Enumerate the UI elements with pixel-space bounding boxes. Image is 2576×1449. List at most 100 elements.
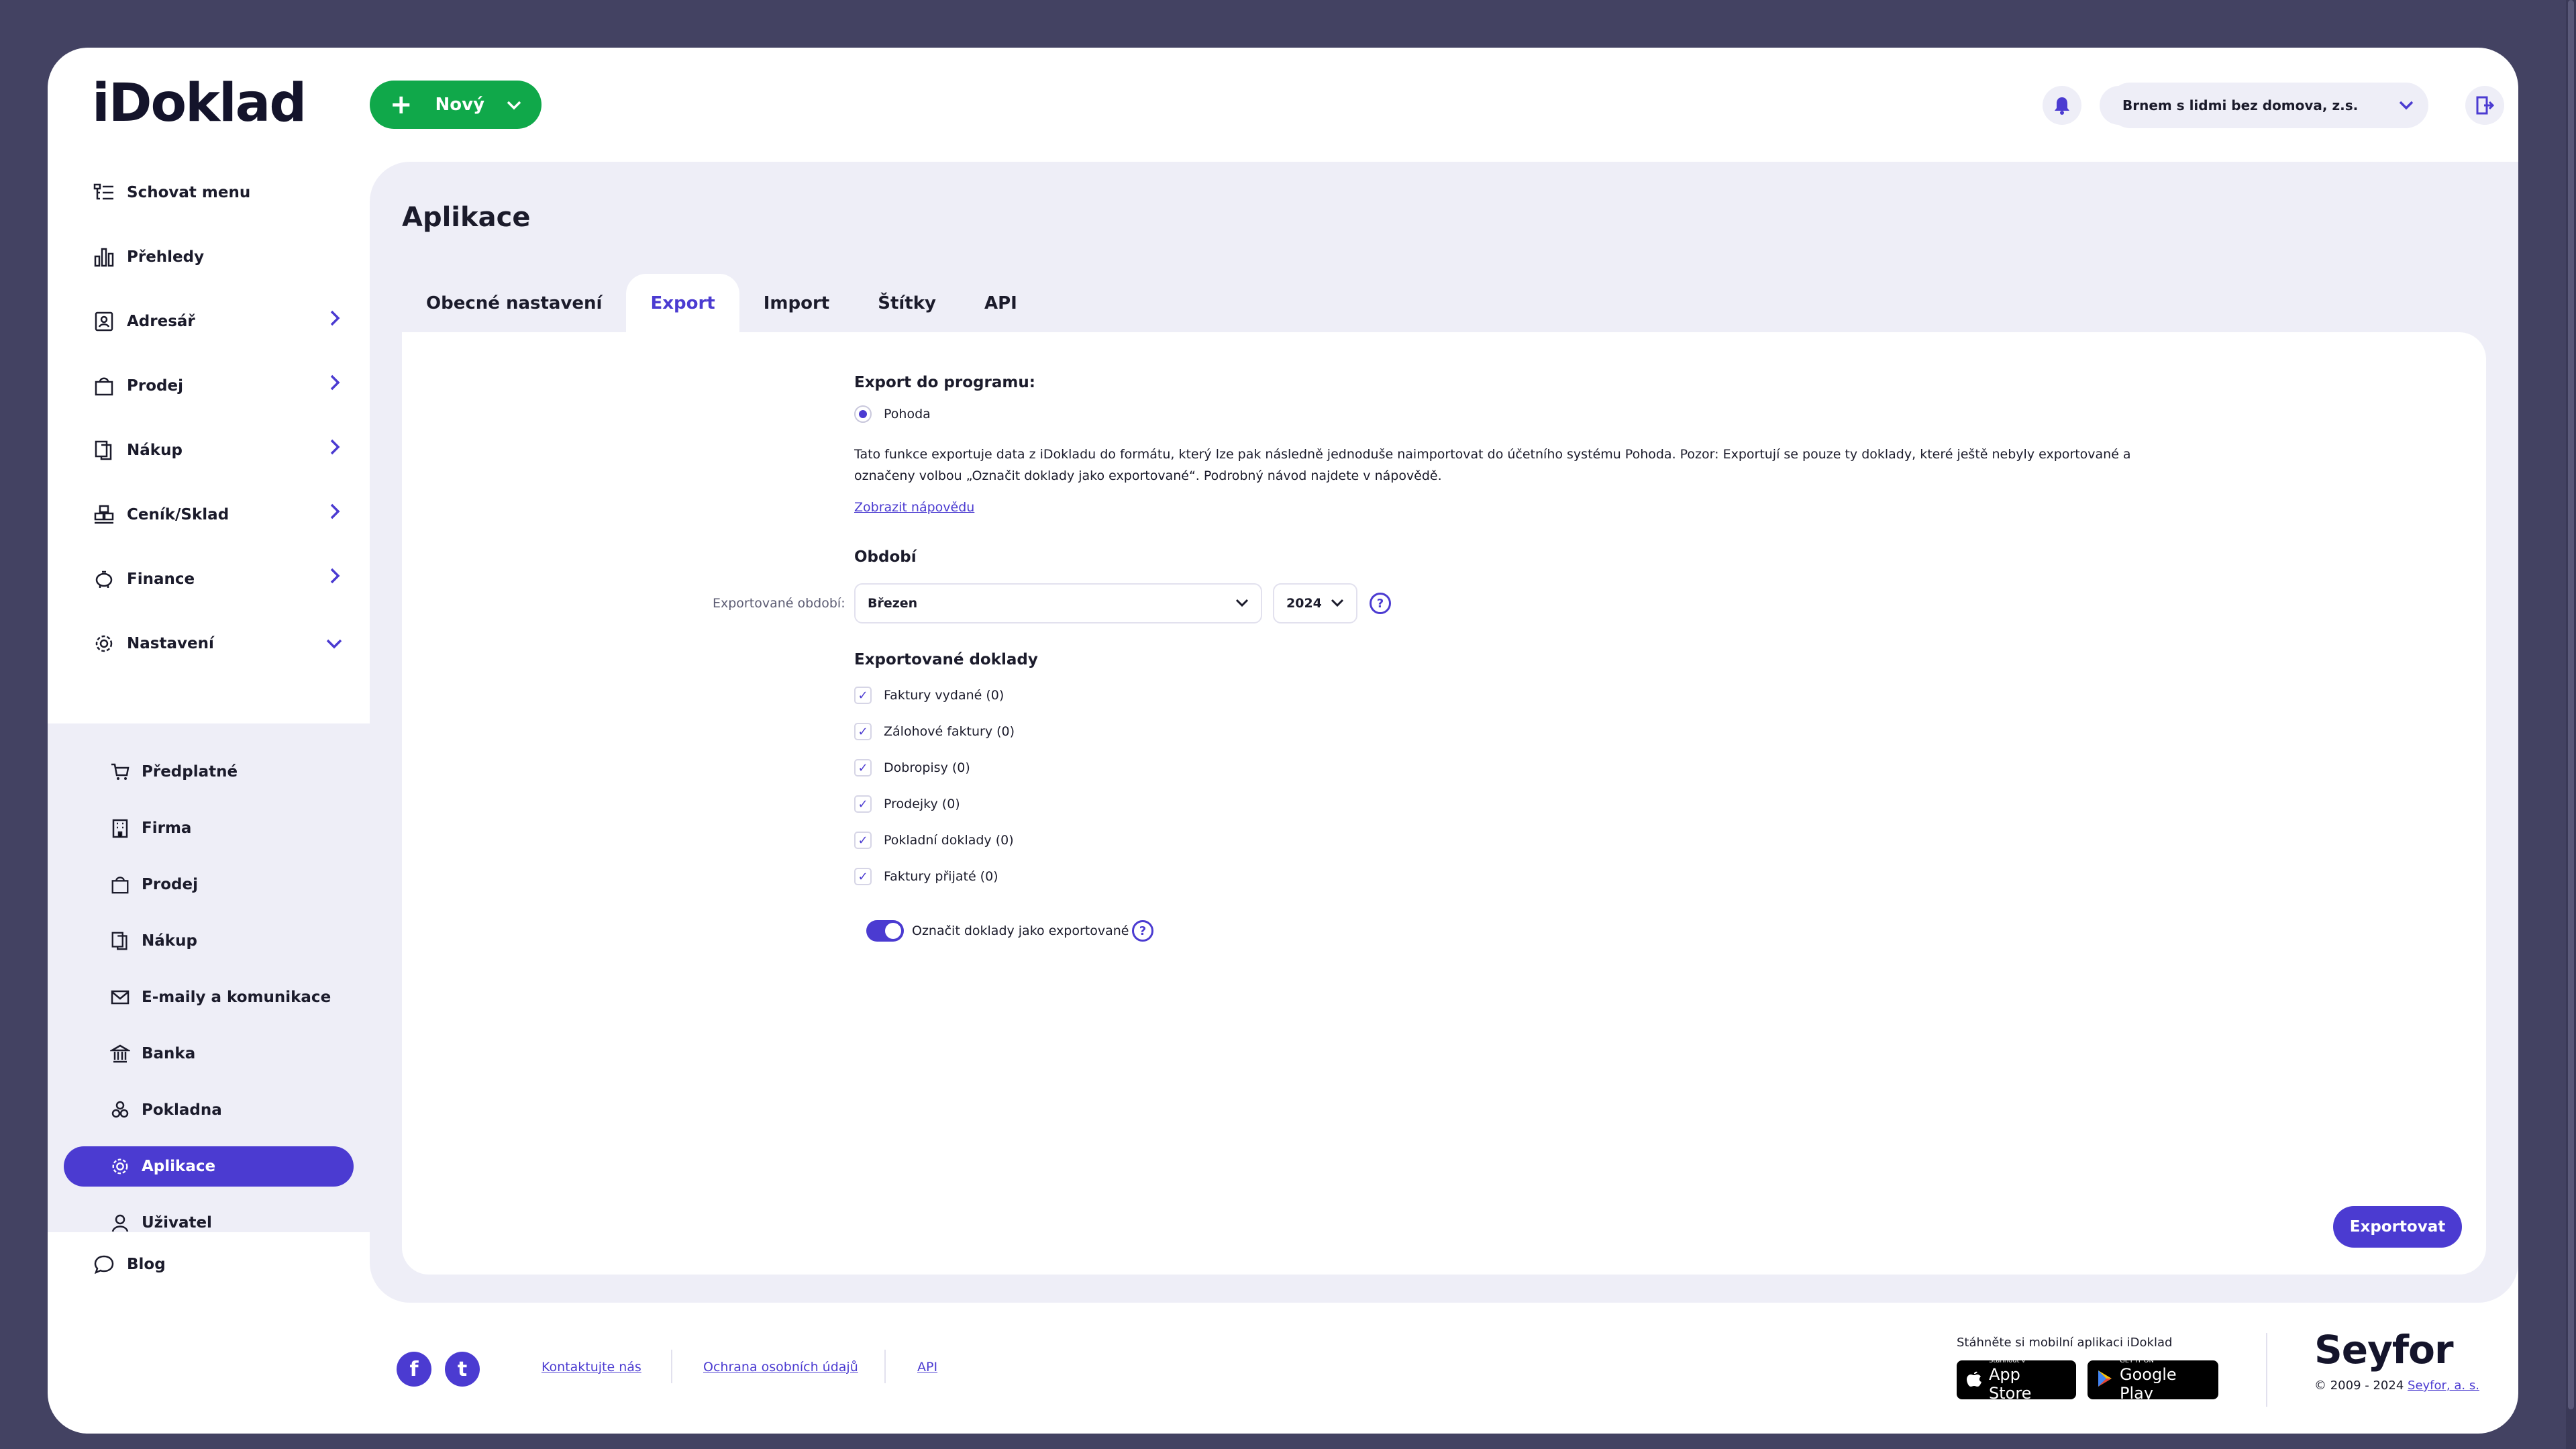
coins-icon <box>108 1098 132 1122</box>
google-play-icon <box>2097 1369 2113 1391</box>
main-content: Aplikace Obecné nastavení Export Import … <box>370 162 2518 1303</box>
checkmark-icon: ✓ <box>854 723 872 740</box>
piggy-bank-icon <box>92 567 116 591</box>
user-icon <box>108 1211 132 1235</box>
export-description-line2: označeny volbou „Označit doklady jako ex… <box>854 468 1442 483</box>
logout-icon[interactable] <box>2465 86 2504 125</box>
sidebar-item-hide-menu[interactable]: Schovat menu <box>48 166 370 219</box>
new-button-label: Nový <box>435 95 485 115</box>
facebook-icon[interactable]: f <box>397 1352 431 1387</box>
chevron-right-icon <box>329 503 340 524</box>
sidebar-item-blog[interactable]: Blog <box>48 1238 370 1291</box>
tab-api[interactable]: API <box>960 274 1041 332</box>
privacy-link[interactable]: Ochrana osobních údajů <box>703 1360 858 1375</box>
api-footer-link[interactable]: API <box>917 1360 937 1375</box>
export-description-line1: Tato funkce exportuje data z iDokladu do… <box>854 447 2131 462</box>
sidebar-item-cash-register[interactable]: Pokladna <box>64 1090 354 1130</box>
sidebar-item-purchases[interactable]: Nákup <box>48 423 370 477</box>
doc-checkbox-advance-invoices[interactable]: ✓ Zálohové faktury (0) <box>854 723 1015 740</box>
doc-checkbox-received-invoices[interactable]: ✓ Faktury přijaté (0) <box>854 868 998 885</box>
building-icon <box>108 816 132 840</box>
period-help-icon[interactable]: ? <box>1370 593 1391 614</box>
month-select[interactable]: Březen <box>854 583 1262 623</box>
seyfor-link[interactable]: Seyfor, a. s. <box>2408 1379 2479 1393</box>
new-document-button[interactable]: + Nový <box>370 81 542 129</box>
checkmark-icon: ✓ <box>854 832 872 849</box>
mark-exported-label: Označit doklady jako exportované <box>912 923 1129 938</box>
year-select[interactable]: 2024 <box>1273 583 1357 623</box>
documents-icon <box>92 438 116 462</box>
shopping-bag-icon <box>108 872 132 897</box>
contact-us-link[interactable]: Kontaktujte nás <box>542 1360 641 1375</box>
sidebar-item-sales[interactable]: Prodej <box>48 359 370 413</box>
chevron-right-icon <box>329 374 340 395</box>
show-help-link[interactable]: Zobrazit nápovědu <box>854 500 974 515</box>
chevron-right-icon <box>329 567 340 589</box>
sidebar-item-settings-sales[interactable]: Prodej <box>64 864 354 905</box>
footer-divider <box>884 1350 886 1383</box>
documents-icon <box>108 929 132 953</box>
sidebar-item-emails[interactable]: E-maily a komunikace <box>64 977 354 1017</box>
page-title: Aplikace <box>402 202 531 233</box>
checkmark-icon: ✓ <box>854 795 872 813</box>
company-selector[interactable]: Brnem s lidmi bez domova, z.s. <box>2108 83 2428 128</box>
google-play-badge[interactable]: GET IT ON Google Play <box>2088 1357 2218 1403</box>
app-store-badge[interactable]: Stáhnout v App Store <box>1957 1357 2076 1403</box>
exported-period-label: Exportované období: <box>713 596 845 611</box>
export-button[interactable]: Exportovat <box>2333 1206 2462 1248</box>
sidebar-item-pricelist-stock[interactable]: Ceník/Sklad <box>48 488 370 542</box>
app-window: iDoklad + Nový Brnem s lidmi bez domova,… <box>48 48 2518 1434</box>
tab-import[interactable]: Import <box>739 274 854 332</box>
sidebar-item-overviews[interactable]: Přehledy <box>48 230 370 284</box>
apple-icon <box>1966 1369 1982 1391</box>
mark-exported-help-icon[interactable]: ? <box>1132 920 1153 942</box>
idoklad-logo[interactable]: iDoklad <box>92 73 307 134</box>
sidebar-item-applications[interactable]: Aplikace <box>64 1146 354 1187</box>
period-heading: Období <box>854 548 917 566</box>
sidebar-item-settings-purchases[interactable]: Nákup <box>64 921 354 961</box>
chevron-down-icon <box>1331 596 1344 611</box>
envelope-icon <box>108 985 132 1009</box>
sidebar-item-address-book[interactable]: Adresář <box>48 295 370 348</box>
address-book-icon <box>92 309 116 334</box>
bank-icon <box>108 1042 132 1066</box>
tab-export[interactable]: Export <box>626 274 739 332</box>
seyfor-logo: Seyfor <box>2314 1327 2454 1372</box>
checkmark-icon: ✓ <box>854 868 872 885</box>
pohoda-radio[interactable] <box>854 405 872 423</box>
checkmark-icon: ✓ <box>854 759 872 777</box>
doc-checkbox-cash-documents[interactable]: ✓ Pokladní doklady (0) <box>854 832 1014 849</box>
doc-checkbox-sales-receipts[interactable]: ✓ Prodejky (0) <box>854 795 960 813</box>
warehouse-icon <box>92 503 116 527</box>
sidebar-item-subscription[interactable]: Předplatné <box>64 752 354 792</box>
doc-checkbox-credit-notes[interactable]: ✓ Dobropisy (0) <box>854 759 970 777</box>
mark-exported-toggle[interactable] <box>866 920 904 942</box>
sidebar-item-bank[interactable]: Banka <box>64 1034 354 1074</box>
footer-divider <box>671 1350 672 1383</box>
chevron-right-icon <box>329 438 340 460</box>
doc-checkbox-issued-invoices[interactable]: ✓ Faktury vydané (0) <box>854 687 1004 704</box>
chevron-down-icon <box>507 95 521 115</box>
settings-submenu: Předplatné Firma Prodej Nákup E-maily a … <box>48 723 370 1232</box>
chat-bubble-icon <box>92 1252 116 1277</box>
tab-bar: Obecné nastavení Export Import Štítky AP… <box>402 274 1041 332</box>
company-name: Brnem s lidmi bez domova, z.s. <box>2122 97 2359 113</box>
sidebar-item-finance[interactable]: Finance <box>48 552 370 606</box>
checkmark-icon: ✓ <box>854 687 872 704</box>
notifications-bell-icon[interactable] <box>2043 86 2081 125</box>
twitter-icon[interactable]: t <box>445 1352 480 1387</box>
page-scrollbar[interactable] <box>2566 0 2576 1449</box>
tab-general-settings[interactable]: Obecné nastavení <box>402 274 626 332</box>
mobile-app-cta: Stáhněte si mobilní aplikaci iDoklad <box>1957 1336 2173 1350</box>
sidebar-item-user[interactable]: Uživatel <box>64 1203 354 1243</box>
chevron-down-icon <box>1235 596 1249 611</box>
tab-tags[interactable]: Štítky <box>854 274 960 332</box>
copyright-text: © 2009 - 2024 Seyfor, a. s. <box>2314 1379 2479 1393</box>
sidebar-item-company[interactable]: Firma <box>64 808 354 848</box>
year-select-value: 2024 <box>1286 596 1322 611</box>
bar-chart-icon <box>92 245 116 269</box>
month-select-value: Březen <box>868 596 918 611</box>
gear-icon <box>108 1154 132 1179</box>
sidebar-item-settings[interactable]: Nastavení <box>48 617 370 670</box>
shopping-bag-icon <box>92 374 116 398</box>
